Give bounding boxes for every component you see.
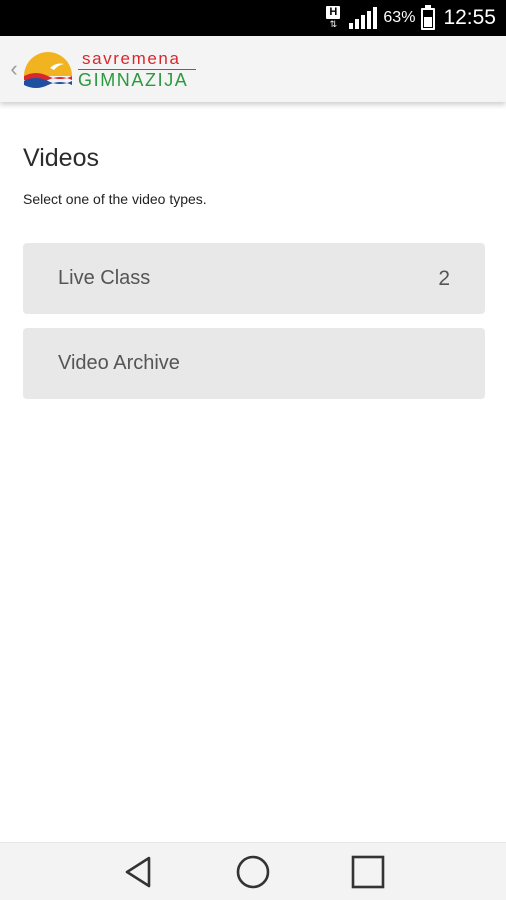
page-title: Videos bbox=[23, 144, 99, 172]
system-nav-bar bbox=[0, 842, 506, 900]
live-class-label: Live Class bbox=[58, 267, 151, 289]
main-content: Videos Select one of the video types. Li… bbox=[23, 102, 485, 399]
clock: 12:55 bbox=[443, 6, 496, 29]
live-class-button[interactable]: Live Class 2 bbox=[23, 243, 485, 314]
home-circle-icon bbox=[236, 855, 270, 888]
recents-square-icon bbox=[352, 855, 385, 888]
app-logo: savremena GIMNAZIJA bbox=[22, 50, 196, 89]
app-bar: ‹ savremena GIMNAZIJA bbox=[0, 36, 506, 102]
live-class-count-badge: 2 bbox=[438, 266, 450, 290]
nav-recents-button[interactable] bbox=[343, 847, 393, 897]
logo-bottom-text: GIMNAZIJA bbox=[78, 69, 189, 90]
nav-home-button[interactable] bbox=[228, 847, 278, 897]
status-bar: H ⇅ 63% 12:55 bbox=[0, 0, 506, 36]
back-button[interactable]: ‹ bbox=[0, 36, 22, 102]
signal-strength-icon bbox=[349, 7, 378, 29]
page-subtitle: Select one of the video types. bbox=[23, 191, 207, 207]
logo-wordmark: savremena GIMNAZIJA bbox=[78, 50, 196, 89]
logo-top-text: savremena bbox=[82, 48, 181, 68]
battery-percent: 63% bbox=[383, 9, 416, 26]
chevron-left-icon: ‹ bbox=[10, 56, 18, 81]
network-type-indicator: H ⇅ bbox=[323, 6, 343, 30]
network-type-label: H bbox=[326, 6, 341, 19]
video-archive-button[interactable]: Video Archive bbox=[23, 328, 485, 399]
video-archive-label: Video Archive bbox=[58, 352, 180, 374]
back-triangle-icon bbox=[125, 856, 150, 887]
sun-wave-logo-icon bbox=[24, 52, 72, 88]
nav-back-button[interactable] bbox=[113, 847, 163, 897]
data-transfer-icon: ⇅ bbox=[329, 19, 338, 29]
battery-icon bbox=[421, 5, 436, 30]
